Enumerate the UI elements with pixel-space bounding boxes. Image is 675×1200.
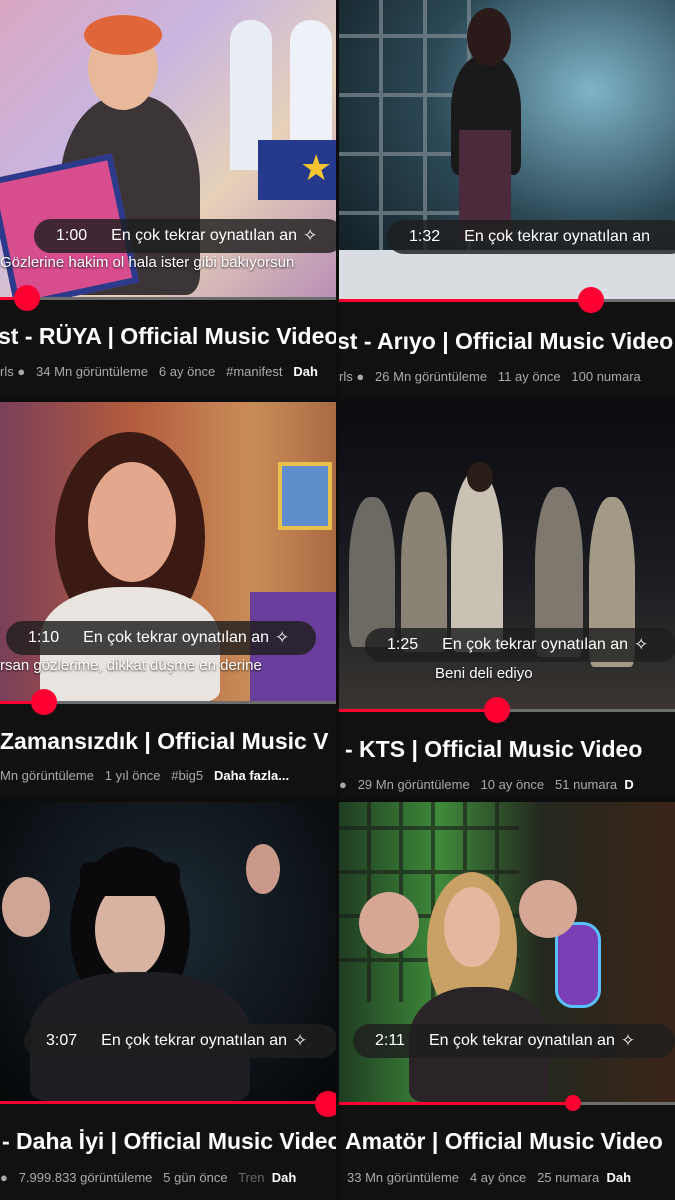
video-meta: Mn görüntüleme 1 yıl önce #big5 Daha faz… — [0, 768, 289, 783]
timestamp: 1:00 — [56, 227, 88, 244]
more-link[interactable]: Daha fazla... — [214, 768, 289, 783]
video-thumbnail[interactable]: 3:07 En çok tekrar oynatılan an ✧ — [0, 802, 336, 1102]
most-replayed-chip[interactable]: 1:00 En çok tekrar oynatılan an ✧ — [34, 219, 336, 253]
scrubber-handle[interactable] — [578, 287, 604, 313]
view-count: 7.999.833 görüntüleme — [18, 1170, 153, 1185]
scrubber-handle[interactable] — [315, 1091, 336, 1117]
channel-name[interactable]: rls — [339, 369, 353, 384]
scrubber-handle[interactable] — [565, 1095, 581, 1111]
progress-fill — [339, 1102, 574, 1105]
timestamp: 2:11 — [375, 1032, 405, 1049]
subtitle-caption: rsan gözlerime, dikkat düşme en derine — [0, 657, 262, 674]
video-title[interactable]: - KTS | Official Music Video — [345, 736, 642, 763]
video-title[interactable]: st - RÜYA | Official Music Video — [0, 323, 336, 350]
video-card-2[interactable]: 1:32 En çok tekrar oynatılan an st - Arı… — [339, 0, 675, 398]
video-thumbnail[interactable]: ★ 1:00 En çok tekrar oynatılan an ✧ Gözl… — [0, 0, 336, 298]
most-replayed-label: En çok tekrar oynatılan an — [83, 629, 270, 646]
video-meta: ● 29 Mn görüntüleme 10 ay önce 51 numara… — [339, 777, 634, 792]
more-link[interactable]: Dah — [606, 1170, 631, 1185]
video-meta: rls ● 34 Mn görüntüleme 6 ay önce #manif… — [0, 364, 318, 379]
video-card-5[interactable]: 3:07 En çok tekrar oynatılan an ✧ - Daha… — [0, 802, 336, 1200]
most-replayed-chip[interactable]: 1:10 En çok tekrar oynatılan an ✧ — [6, 621, 316, 655]
timestamp: 1:25 — [387, 636, 419, 653]
progress-bar[interactable] — [0, 297, 336, 300]
upload-age: 4 ay önce — [469, 1170, 527, 1185]
video-thumbnail[interactable]: 1:25 En çok tekrar oynatılan an ✧ Beni d… — [339, 402, 675, 710]
hashtag[interactable]: #big5 — [171, 768, 203, 783]
upload-age: 1 yıl önce — [104, 768, 161, 783]
sparkle-icon: ✧ — [293, 1031, 308, 1050]
trending-label: Tren — [238, 1170, 265, 1185]
progress-bar[interactable] — [0, 1101, 336, 1104]
verified-icon: ● — [339, 777, 347, 792]
video-thumbnail[interactable]: 1:32 En çok tekrar oynatılan an — [339, 0, 675, 302]
most-replayed-chip[interactable]: 3:07 En çok tekrar oynatılan an ✧ — [24, 1024, 336, 1058]
video-card-4[interactable]: 1:25 En çok tekrar oynatılan an ✧ Beni d… — [339, 402, 675, 798]
video-meta: ● 7.999.833 görüntüleme 5 gün önce Tren … — [0, 1170, 296, 1185]
channel-name[interactable]: rls — [0, 364, 14, 379]
video-card-3[interactable]: 1:10 En çok tekrar oynatılan an ✧ rsan g… — [0, 402, 336, 798]
video-title[interactable]: Zamansızdık | Official Music V — [0, 728, 329, 755]
verified-icon: ● — [356, 369, 365, 384]
view-count: Mn görüntüleme — [0, 768, 94, 783]
subtitle-caption: Beni deli ediyo — [435, 665, 533, 682]
video-thumbnail[interactable]: 1:10 En çok tekrar oynatılan an ✧ rsan g… — [0, 402, 336, 702]
timestamp: 1:32 — [409, 228, 441, 245]
progress-fill — [339, 299, 591, 302]
scrubber-handle[interactable] — [484, 697, 510, 723]
hashtag[interactable]: #manifest — [226, 364, 282, 379]
video-title[interactable]: st - Arıyo | Official Music Video — [339, 328, 673, 355]
upload-age: 6 ay önce — [158, 364, 216, 379]
playlist-info[interactable]: 51 numara — [555, 777, 617, 792]
video-card-1[interactable]: ★ 1:00 En çok tekrar oynatılan an ✧ Gözl… — [0, 0, 336, 398]
most-replayed-label: En çok tekrar oynatılan an — [464, 228, 651, 245]
view-count: 34 Mn görüntüleme — [36, 364, 149, 379]
timestamp: 1:10 — [28, 629, 60, 646]
most-replayed-label: En çok tekrar oynatılan an — [111, 227, 298, 244]
view-count: 29 Mn görüntüleme — [357, 777, 470, 792]
progress-fill — [0, 1101, 326, 1104]
video-card-6[interactable]: 2:11 En çok tekrar oynatılan an ✧ Amatör… — [339, 802, 675, 1200]
upload-age: 11 ay önce — [497, 369, 561, 384]
most-replayed-chip[interactable]: 2:11 En çok tekrar oynatılan an ✧ — [353, 1024, 675, 1058]
most-replayed-chip[interactable]: 1:32 En çok tekrar oynatılan an — [387, 220, 675, 254]
most-replayed-label: En çok tekrar oynatılan an — [442, 636, 629, 653]
more-link[interactable]: D — [624, 777, 633, 792]
scrubber-handle[interactable] — [14, 285, 40, 311]
most-replayed-label: En çok tekrar oynatılan an — [101, 1032, 288, 1049]
view-count: 26 Mn görüntüleme — [375, 369, 488, 384]
video-meta: 33 Mn görüntüleme 4 ay önce 25 numara Da… — [347, 1170, 631, 1185]
video-meta: rls ● 26 Mn görüntüleme 11 ay önce 100 n… — [339, 369, 641, 384]
verified-icon: ● — [0, 1170, 8, 1185]
progress-bar[interactable] — [339, 1102, 675, 1105]
more-link[interactable]: Dah — [293, 364, 318, 379]
progress-fill — [339, 709, 497, 712]
view-count: 33 Mn görüntüleme — [347, 1170, 460, 1185]
playlist-info[interactable]: 25 numara — [537, 1170, 599, 1185]
most-replayed-label: En çok tekrar oynatılan an — [428, 1032, 615, 1049]
scrubber-handle[interactable] — [31, 689, 57, 715]
sparkle-icon: ✧ — [275, 628, 290, 647]
more-link[interactable]: Dah — [272, 1170, 297, 1185]
subtitle-caption: Gözlerine hakim ol hala ister gibi bakıy… — [0, 254, 295, 271]
verified-icon: ● — [17, 364, 26, 379]
video-title[interactable]: Amatör | Official Music Video — [345, 1128, 663, 1155]
sparkle-icon: ✧ — [634, 635, 649, 654]
video-thumbnail[interactable]: 2:11 En çok tekrar oynatılan an ✧ — [339, 802, 675, 1102]
sparkle-icon: ✧ — [620, 1031, 636, 1050]
upload-age: 5 gün önce — [163, 1170, 228, 1185]
upload-age: 10 ay önce — [480, 777, 545, 792]
timestamp: 3:07 — [46, 1032, 78, 1049]
most-replayed-chip[interactable]: 1:25 En çok tekrar oynatılan an ✧ — [365, 628, 675, 662]
progress-bar[interactable] — [339, 299, 675, 302]
sparkle-icon: ✧ — [303, 226, 318, 245]
video-title[interactable]: - Daha İyi | Official Music Video — [2, 1128, 336, 1155]
playlist-info[interactable]: 100 numara — [571, 369, 640, 384]
